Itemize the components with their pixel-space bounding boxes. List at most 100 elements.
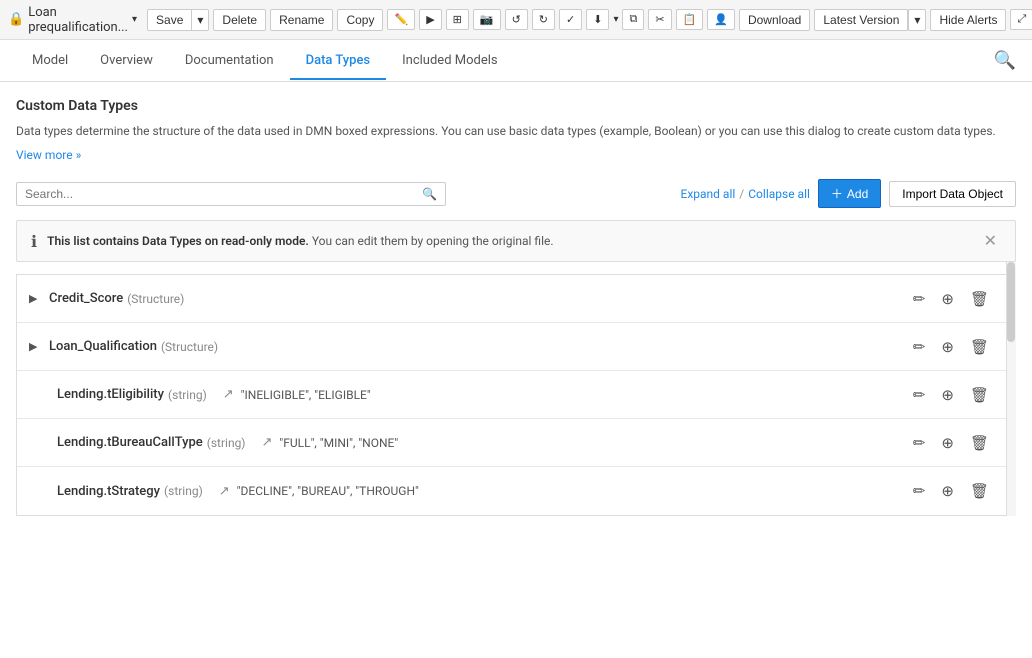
type-kind: (Structure) [127,292,184,306]
scrollbar-track[interactable] [1006,262,1016,516]
section-title: Custom Data Types [16,98,1016,114]
tab-included-models[interactable]: Included Models [386,43,514,80]
type-name: Lending.tBureauCallType [57,435,203,450]
type-kind: (Structure) [161,340,218,354]
tab-model[interactable]: Model [16,43,84,80]
scrollbar-thumb[interactable] [1007,262,1015,342]
constraint-icon: ↗ [262,435,273,450]
type-name: Credit_Score [49,291,123,306]
info-icon: ℹ [31,232,37,251]
row-actions: ✏ ⊕ 🗑 [909,432,993,454]
nav-tabs: Model Overview Documentation Data Types … [0,40,1032,82]
info-text-rest: You can edit them by opening the origina… [312,234,554,248]
latest-version-dropdown[interactable]: ▾ [908,9,926,31]
info-text: This list contains Data Types on read-on… [47,234,970,248]
delete-button[interactable]: 🗑 [966,480,993,502]
latest-version-button[interactable]: Latest Version [814,9,908,31]
delete-button[interactable]: 🗑 [966,336,993,358]
data-types-list: ▶ Credit_Score (Structure) ✏ ⊕ 🗑 ▶ Loan_… [16,274,1016,516]
copy2-icon-button[interactable]: ⧉ [622,9,644,30]
rename-button[interactable]: Rename [270,9,333,31]
table-row: ▶ Loan_Qualification (Structure) ✏ ⊕ 🗑 [17,323,1015,371]
type-kind: (string) [168,388,207,402]
tab-overview[interactable]: Overview [84,43,169,80]
edit-button[interactable]: ✏ [909,432,930,454]
paste-icon-button[interactable]: 📋 [676,9,704,30]
expand-window-button[interactable]: ⤢ [1010,9,1032,30]
save-button-group: Save ▾ [147,9,209,31]
table-row: Lending.tStrategy (string) ↗ "DECLINE", … [17,467,1015,515]
type-name: Lending.tEligibility [57,387,164,402]
import-data-object-button[interactable]: Import Data Object [889,181,1016,207]
expand-all-link[interactable]: Expand all [681,187,736,201]
edit-button[interactable]: ✏ [909,480,930,502]
tab-documentation[interactable]: Documentation [169,43,290,80]
main-content: Custom Data Types Data types determine t… [0,82,1032,532]
constraint-icon: ↗ [219,484,230,499]
pen-icon-button[interactable]: ✏️ [387,9,415,30]
save-dropdown-button[interactable]: ▾ [191,9,209,31]
toolbar-title: Loan prequalification... ▾ [28,5,137,35]
lock-icon: 🔒 [8,12,24,27]
undo-icon-button[interactable]: ↺ [505,9,528,30]
data-types-table: ▶ Credit_Score (Structure) ✏ ⊕ 🗑 ▶ Loan_… [16,262,1016,516]
search-input[interactable] [25,187,422,201]
add-child-button[interactable]: ⊕ [937,336,958,358]
type-kind: (string) [207,436,246,450]
play-icon-button[interactable]: ▶ [419,9,441,30]
add-button[interactable]: ＋ Add [818,179,881,208]
chevron-down-icon[interactable]: ▾ [132,14,137,25]
banner-close-button[interactable]: ✕ [980,231,1001,251]
tab-data-types[interactable]: Data Types [290,43,387,80]
search-icon: 🔍 [422,187,437,201]
edit-button[interactable]: ✏ [909,336,930,358]
snapshot-icon-button[interactable]: 📷 [473,9,501,30]
latest-version-group: Latest Version ▾ [814,9,926,31]
add-child-button[interactable]: ⊕ [937,480,958,502]
expand-icon[interactable]: ▶ [29,340,49,353]
section-description: Data types determine the structure of th… [16,122,1016,140]
toolbar: 🔒 Loan prequalification... ▾ Save ▾ Dele… [0,0,1032,40]
save-button[interactable]: Save [147,9,191,31]
add-child-button[interactable]: ⊕ [937,432,958,454]
download-arrow-icon-button[interactable]: ⬇ [586,9,609,30]
grid-icon-button[interactable]: ⊞ [446,9,469,30]
view-more-link[interactable]: View more » [16,148,81,162]
row-actions: ✏ ⊕ 🗑 [909,336,993,358]
expand-collapse-controls: Expand all / Collapse all [681,187,810,201]
check-icon-button[interactable]: ✓ [559,9,582,30]
edit-button[interactable]: ✏ [909,384,930,406]
nav-search-icon[interactable]: 🔍 [994,50,1016,71]
download-button[interactable]: Download [739,9,810,31]
search-box: 🔍 [16,182,446,206]
delete-button[interactable]: 🗑 [966,288,993,310]
constraint-value: "FULL", "MINI", "NONE" [276,436,398,450]
table-row: Lending.tEligibility (string) ↗ "INELIGI… [17,371,1015,419]
nav-search[interactable]: 🔍 [994,50,1016,71]
share-icon-button[interactable]: 👤 [707,9,735,30]
row-actions: ✏ ⊕ 🗑 [909,384,993,406]
type-name: Lending.tStrategy [57,484,160,499]
edit-button[interactable]: ✏ [909,288,930,310]
table-row: ▶ Credit_Score (Structure) ✏ ⊕ 🗑 [17,275,1015,323]
row-actions: ✏ ⊕ 🗑 [909,288,993,310]
table-row: Lending.tBureauCallType (string) ↗ "FULL… [17,419,1015,467]
copy-button[interactable]: Copy [337,9,383,31]
delete-button[interactable]: Delete [213,9,266,31]
file-title: Loan prequalification... [28,5,128,35]
constraint-value: "DECLINE", "BUREAU", "THROUGH" [234,484,419,498]
add-child-button[interactable]: ⊕ [937,288,958,310]
cut-icon-button[interactable]: ✂ [648,9,671,30]
delete-button[interactable]: 🗑 [966,384,993,406]
constraint-value: "INELIGIBLE", "ELIGIBLE" [238,388,371,402]
add-child-button[interactable]: ⊕ [937,384,958,406]
collapse-all-link[interactable]: Collapse all [748,187,810,201]
info-banner: ℹ This list contains Data Types on read-… [16,220,1016,262]
expand-icon[interactable]: ▶ [29,292,49,305]
delete-button[interactable]: 🗑 [966,432,993,454]
add-label: Add [847,187,868,201]
row-actions: ✏ ⊕ 🗑 [909,480,993,502]
redo-icon-button[interactable]: ↻ [532,9,555,30]
constraint-icon: ↗ [223,387,234,402]
hide-alerts-button[interactable]: Hide Alerts [930,9,1006,31]
